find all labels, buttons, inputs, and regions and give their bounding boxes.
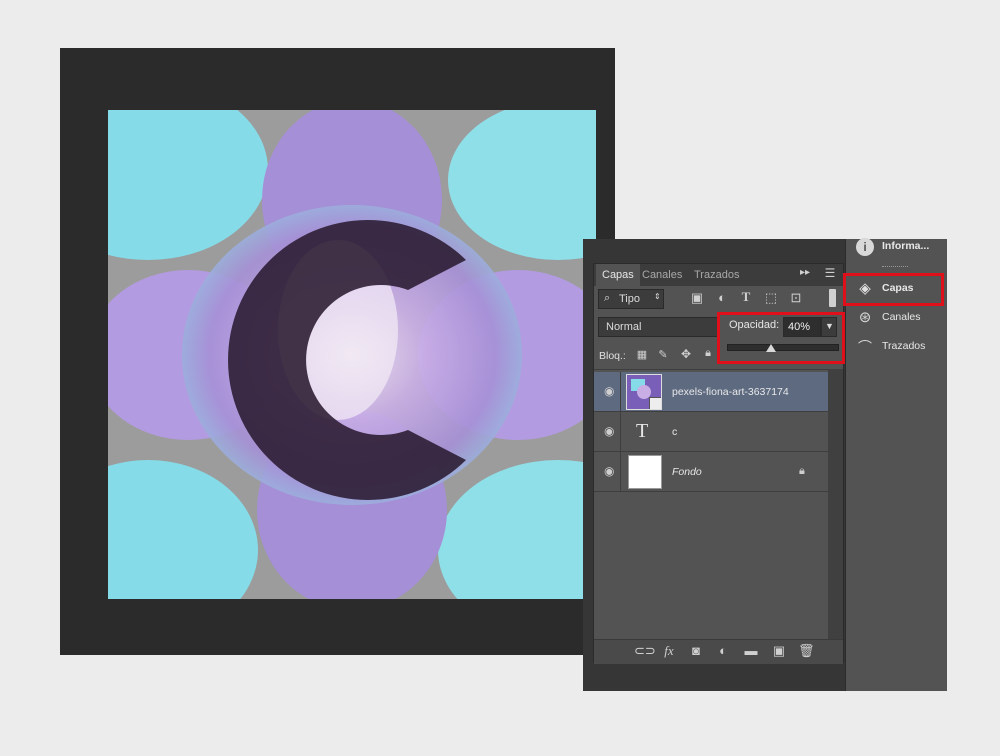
blend-mode-select[interactable]: Normal — [598, 317, 718, 337]
updown-icon: ⇕ — [654, 292, 661, 301]
tab-canales[interactable]: Canales — [636, 264, 688, 286]
lock-paint-icon[interactable]: ✎ — [656, 348, 670, 361]
layer-row-image[interactable]: ◉ pexels-fiona-art-3637174 — [594, 372, 828, 412]
link-icon[interactable]: ⊂⊃ — [634, 643, 656, 659]
tab-trazados[interactable]: Trazados — [688, 264, 745, 286]
lock-transparency-icon[interactable]: ▦ — [635, 348, 649, 361]
smart-object-badge-icon — [649, 397, 661, 409]
dock-label: Informa... — [882, 240, 930, 252]
paths-icon: ⌒ — [858, 339, 872, 355]
search-icon: ⌕ — [604, 292, 611, 304]
filter-smart-object-icon[interactable]: ⊡ — [788, 290, 804, 306]
layer-row-text[interactable]: ◉ T c — [594, 412, 828, 452]
divider — [620, 452, 621, 492]
visibility-eye-icon[interactable]: ◉ — [604, 384, 614, 398]
fx-icon[interactable]: fx — [660, 643, 678, 659]
filter-text-icon[interactable]: T — [738, 289, 754, 305]
dock-grip[interactable] — [882, 266, 908, 270]
lock-position-icon[interactable]: ✥ — [679, 347, 693, 361]
adjustment-icon[interactable]: ◐ — [715, 643, 731, 658]
channels-icon: ⊛ — [858, 309, 872, 326]
dock-label: Trazados — [882, 340, 926, 352]
divider — [620, 412, 621, 452]
artwork-image — [108, 110, 596, 599]
layers-scrollbar[interactable] — [828, 369, 843, 639]
collapse-panel-icon[interactable]: ▸▸ — [798, 267, 812, 278]
dock-item-trazados[interactable]: ⌒ Trazados — [852, 334, 940, 360]
dock-label: Canales — [882, 311, 921, 323]
filter-toggle[interactable] — [829, 289, 836, 307]
dock-item-canales[interactable]: ⊛ Canales — [852, 305, 940, 331]
filter-adjustment-icon[interactable]: ◐ — [714, 290, 730, 305]
panel-menu-icon[interactable]: ☰ — [822, 266, 838, 280]
dock-item-info[interactable]: i Informa... — [852, 234, 940, 260]
layer-thumbnail-image — [626, 374, 662, 410]
filter-kind-label: Tipo — [619, 293, 640, 305]
capas-highlight-box — [843, 273, 944, 306]
trash-icon[interactable]: 🗑︎ — [798, 643, 815, 659]
layers-footer: ⊂⊃ fx ◙ ◐ ▬ ▣ 🗑︎ — [594, 639, 843, 664]
divider — [620, 372, 621, 412]
folder-icon[interactable]: ▬ — [743, 643, 759, 658]
info-icon: i — [856, 238, 874, 256]
mask-icon[interactable]: ◙ — [688, 643, 704, 658]
layer-name: c — [672, 426, 678, 438]
panel-tabbar: Capas Canales Trazados ▸▸ ☰ — [594, 264, 843, 286]
lock-icon: 🔒︎ — [799, 465, 805, 477]
blend-mode-label: Normal — [606, 321, 642, 333]
filter-pixel-icon[interactable]: ▣ — [689, 290, 705, 306]
visibility-eye-icon[interactable]: ◉ — [604, 424, 614, 438]
lock-label: Bloq.: — [599, 350, 626, 362]
visibility-eye-icon[interactable]: ◉ — [604, 464, 614, 478]
filter-kind-select[interactable]: ⌕ Tipo ⇕ — [598, 289, 664, 309]
text-layer-icon: T — [636, 420, 649, 442]
layer-row-background[interactable]: ◉ Fondo 🔒︎ — [594, 452, 828, 492]
layer-name: pexels-fiona-art-3637174 — [672, 386, 789, 398]
tab-capas[interactable]: Capas — [596, 264, 640, 286]
layer-thumbnail-white — [628, 455, 662, 489]
layer-name: Fondo — [672, 466, 702, 478]
filter-shape-icon[interactable]: ⬚ — [763, 290, 779, 306]
lock-all-icon[interactable]: 🔒︎ — [702, 347, 714, 360]
new-layer-icon[interactable]: ▣ — [771, 643, 787, 659]
opacity-highlight-box — [717, 312, 845, 364]
